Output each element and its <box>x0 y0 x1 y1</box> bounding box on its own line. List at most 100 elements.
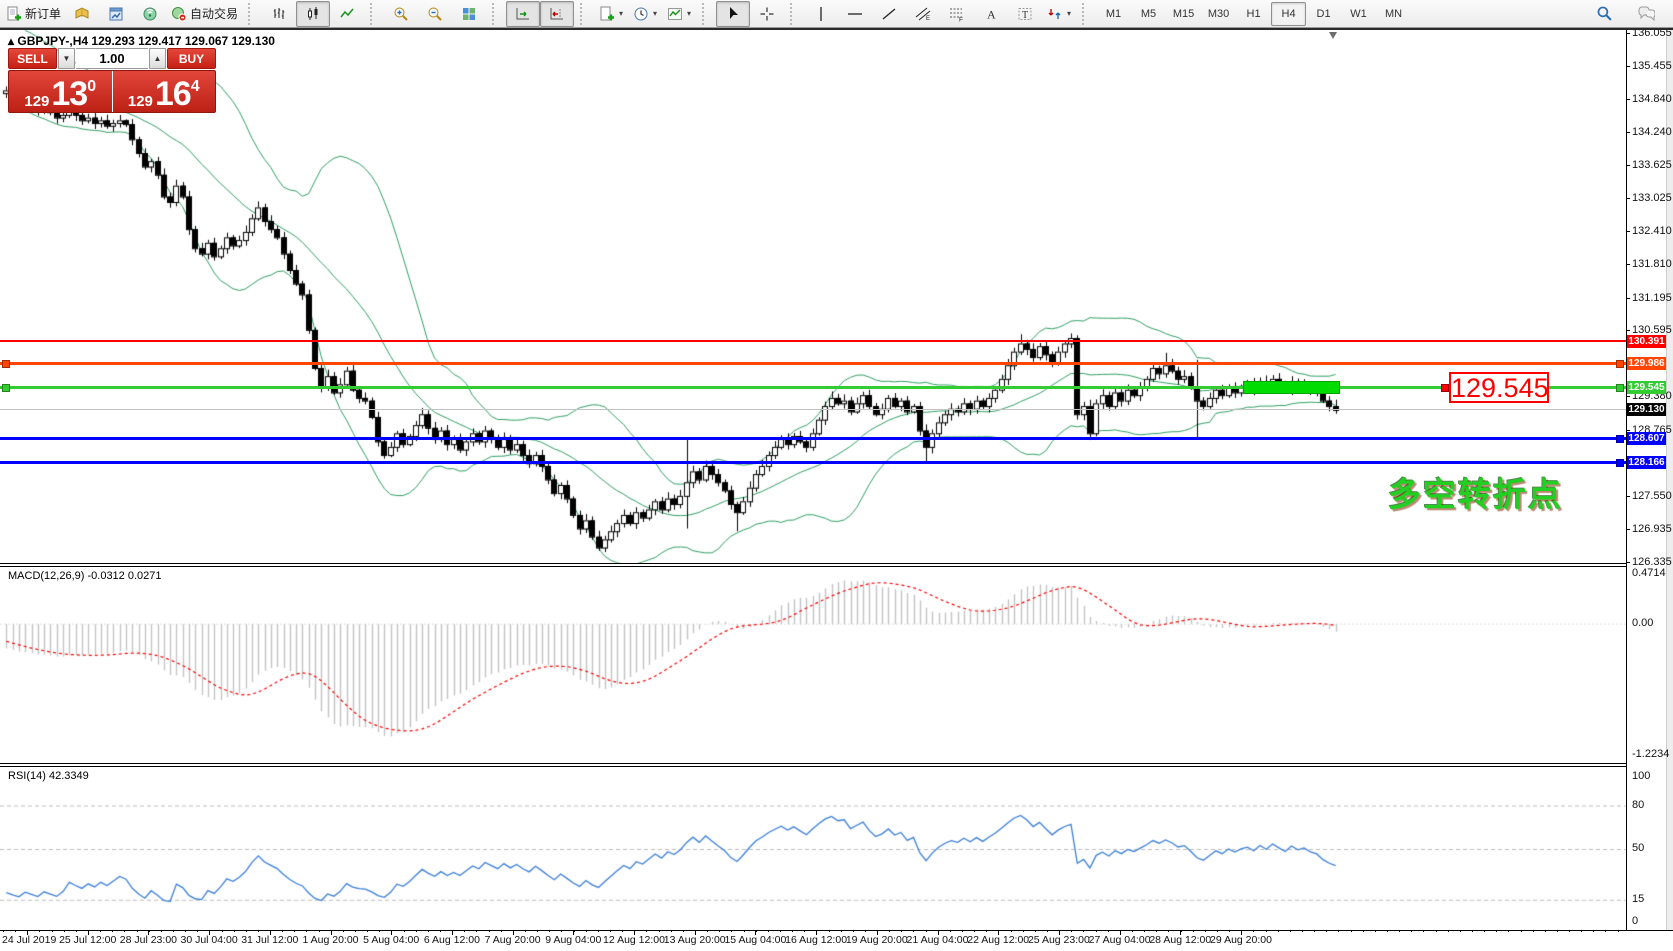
clock-icon <box>633 6 649 22</box>
price-callout-label[interactable]: 129.545 <box>1449 372 1549 403</box>
indicators-dropdown-button[interactable]: ▾ <box>662 1 696 27</box>
bar-ohlc-values: 129.293 129.417 129.067 129.130 <box>91 34 275 48</box>
time-axis-label: 1 Aug 20:00 <box>302 934 358 946</box>
time-axis-label: 6 Aug 12:00 <box>424 934 480 946</box>
horizontal-line-tool-button[interactable] <box>838 1 872 27</box>
panel-separator[interactable] <box>0 763 1626 764</box>
horizontal-line-129.545[interactable] <box>0 386 1626 389</box>
timeframe-w1[interactable]: W1 <box>1341 2 1376 26</box>
timeframe-mn[interactable]: MN <box>1376 2 1411 26</box>
panel-separator[interactable] <box>0 766 1626 767</box>
text-tool-button[interactable]: A <box>974 1 1008 27</box>
time-tick-minor <box>574 930 575 932</box>
price-tick-label: 134.840 <box>1632 93 1672 105</box>
panel-collapse-icon[interactable]: ▴ <box>8 34 14 48</box>
turning-point-note[interactable]: 多空转折点 <box>1388 468 1563 516</box>
time-tick-minor <box>537 930 538 932</box>
time-tick-minor <box>1278 930 1279 932</box>
callout-handle[interactable] <box>1441 384 1449 392</box>
line-handle[interactable] <box>1616 435 1624 443</box>
horizontal-line-128.166[interactable] <box>0 461 1626 464</box>
horizontal-line-130.391[interactable] <box>0 340 1626 342</box>
new-chart-dropdown-button[interactable]: ▾ <box>594 1 628 27</box>
timeframe-m15[interactable]: M15 <box>1166 2 1201 26</box>
fibonacci-tool-button[interactable]: F <box>940 1 974 27</box>
search-button[interactable] <box>1587 1 1621 27</box>
time-axis-label: 25 Jul 12:00 <box>59 934 116 946</box>
chart-plot-area[interactable] <box>0 30 1626 929</box>
chart-shift-marker[interactable] <box>1329 32 1337 39</box>
time-axis-label: 29 Aug 20:00 <box>1210 934 1272 946</box>
time-tick-minor <box>1363 930 1364 932</box>
buy-price-base: 129 <box>128 94 153 109</box>
time-tick-minor <box>88 930 89 932</box>
toolbar-separator <box>580 3 591 25</box>
line-handle[interactable] <box>2 384 10 392</box>
bar-chart-mode-button[interactable] <box>262 1 296 27</box>
timeframe-m1[interactable]: M1 <box>1096 2 1131 26</box>
line-handle[interactable] <box>1616 360 1624 368</box>
horizontal-line-129.986[interactable] <box>0 362 1626 365</box>
chart-shift-button[interactable] <box>540 1 574 27</box>
styles-button[interactable] <box>65 1 99 27</box>
buy-price-display[interactable]: 129 16 4 <box>113 71 216 112</box>
time-tick-minor <box>1399 930 1400 932</box>
horizontal-line-129.130[interactable] <box>0 409 1626 410</box>
price-tick-label: 131.195 <box>1632 292 1672 304</box>
new-order-button[interactable]: 新订单 <box>2 1 65 27</box>
line-chart-mode-button[interactable] <box>330 1 364 27</box>
auto-trading-button[interactable]: 自动交易 <box>167 1 242 27</box>
line-handle[interactable] <box>1616 459 1624 467</box>
green-zone-rectangle[interactable] <box>1243 381 1340 394</box>
time-tick-minor <box>695 930 696 932</box>
period-dropdown-button[interactable]: ▾ <box>628 1 662 27</box>
time-tick-minor <box>185 930 186 932</box>
tile-windows-button[interactable] <box>452 1 486 27</box>
time-tick-minor <box>489 930 490 932</box>
line-handle[interactable] <box>1616 384 1624 392</box>
profile-charts-button[interactable] <box>99 1 133 27</box>
timeframe-d1[interactable]: D1 <box>1306 2 1341 26</box>
chevron-down-icon: ▾ <box>687 9 691 18</box>
time-tick-minor <box>610 930 611 932</box>
timeframe-m5[interactable]: M5 <box>1131 2 1166 26</box>
price-tick-label: 132.410 <box>1632 225 1672 237</box>
vertical-line-tool-button[interactable] <box>804 1 838 27</box>
time-tick-minor <box>1521 930 1522 932</box>
panel-separator[interactable] <box>0 566 1626 567</box>
trendline-tool-button[interactable] <box>872 1 906 27</box>
line-handle[interactable] <box>2 360 10 368</box>
auto-trading-label: 自动交易 <box>190 5 238 22</box>
candlestick-mode-button[interactable] <box>296 1 330 27</box>
timeframe-m30[interactable]: M30 <box>1201 2 1236 26</box>
horizontal-line-128.607[interactable] <box>0 437 1626 440</box>
volume-input[interactable] <box>76 48 148 69</box>
channel-tool-button[interactable]: E <box>906 1 940 27</box>
time-tick-minor <box>561 930 562 932</box>
text-label-tool-button[interactable]: T <box>1008 1 1042 27</box>
arrows-dropdown-button[interactable]: ▾ <box>1042 1 1076 27</box>
toolbar-separator <box>702 3 713 25</box>
time-tick-minor <box>428 930 429 932</box>
community-chat-button[interactable] <box>1629 1 1663 27</box>
toolbar-separator <box>790 3 801 25</box>
zoom-out-button[interactable] <box>418 1 452 27</box>
cursor-tool-button[interactable] <box>716 1 750 27</box>
signals-button[interactable] <box>133 1 167 27</box>
timeframe-h4[interactable]: H4 <box>1271 2 1306 26</box>
mt4-window: 新订单 自动交易 <box>0 0 1673 951</box>
time-tick-minor <box>659 930 660 932</box>
time-tick-minor <box>731 930 732 932</box>
timeframe-h1[interactable]: H1 <box>1236 2 1271 26</box>
volume-increase-button[interactable]: ▲ <box>149 48 166 69</box>
zoom-in-button[interactable] <box>384 1 418 27</box>
svg-text:F: F <box>959 16 963 22</box>
sell-button[interactable]: SELL <box>8 48 57 69</box>
buy-button[interactable]: BUY <box>167 48 216 69</box>
crosshair-tool-button[interactable] <box>750 1 784 27</box>
panel-separator[interactable] <box>0 563 1626 564</box>
time-tick-minor <box>15 930 16 932</box>
auto-scroll-button[interactable] <box>506 1 540 27</box>
sell-price-display[interactable]: 129 13 0 <box>9 71 113 112</box>
volume-decrease-button[interactable]: ▼ <box>58 48 75 69</box>
